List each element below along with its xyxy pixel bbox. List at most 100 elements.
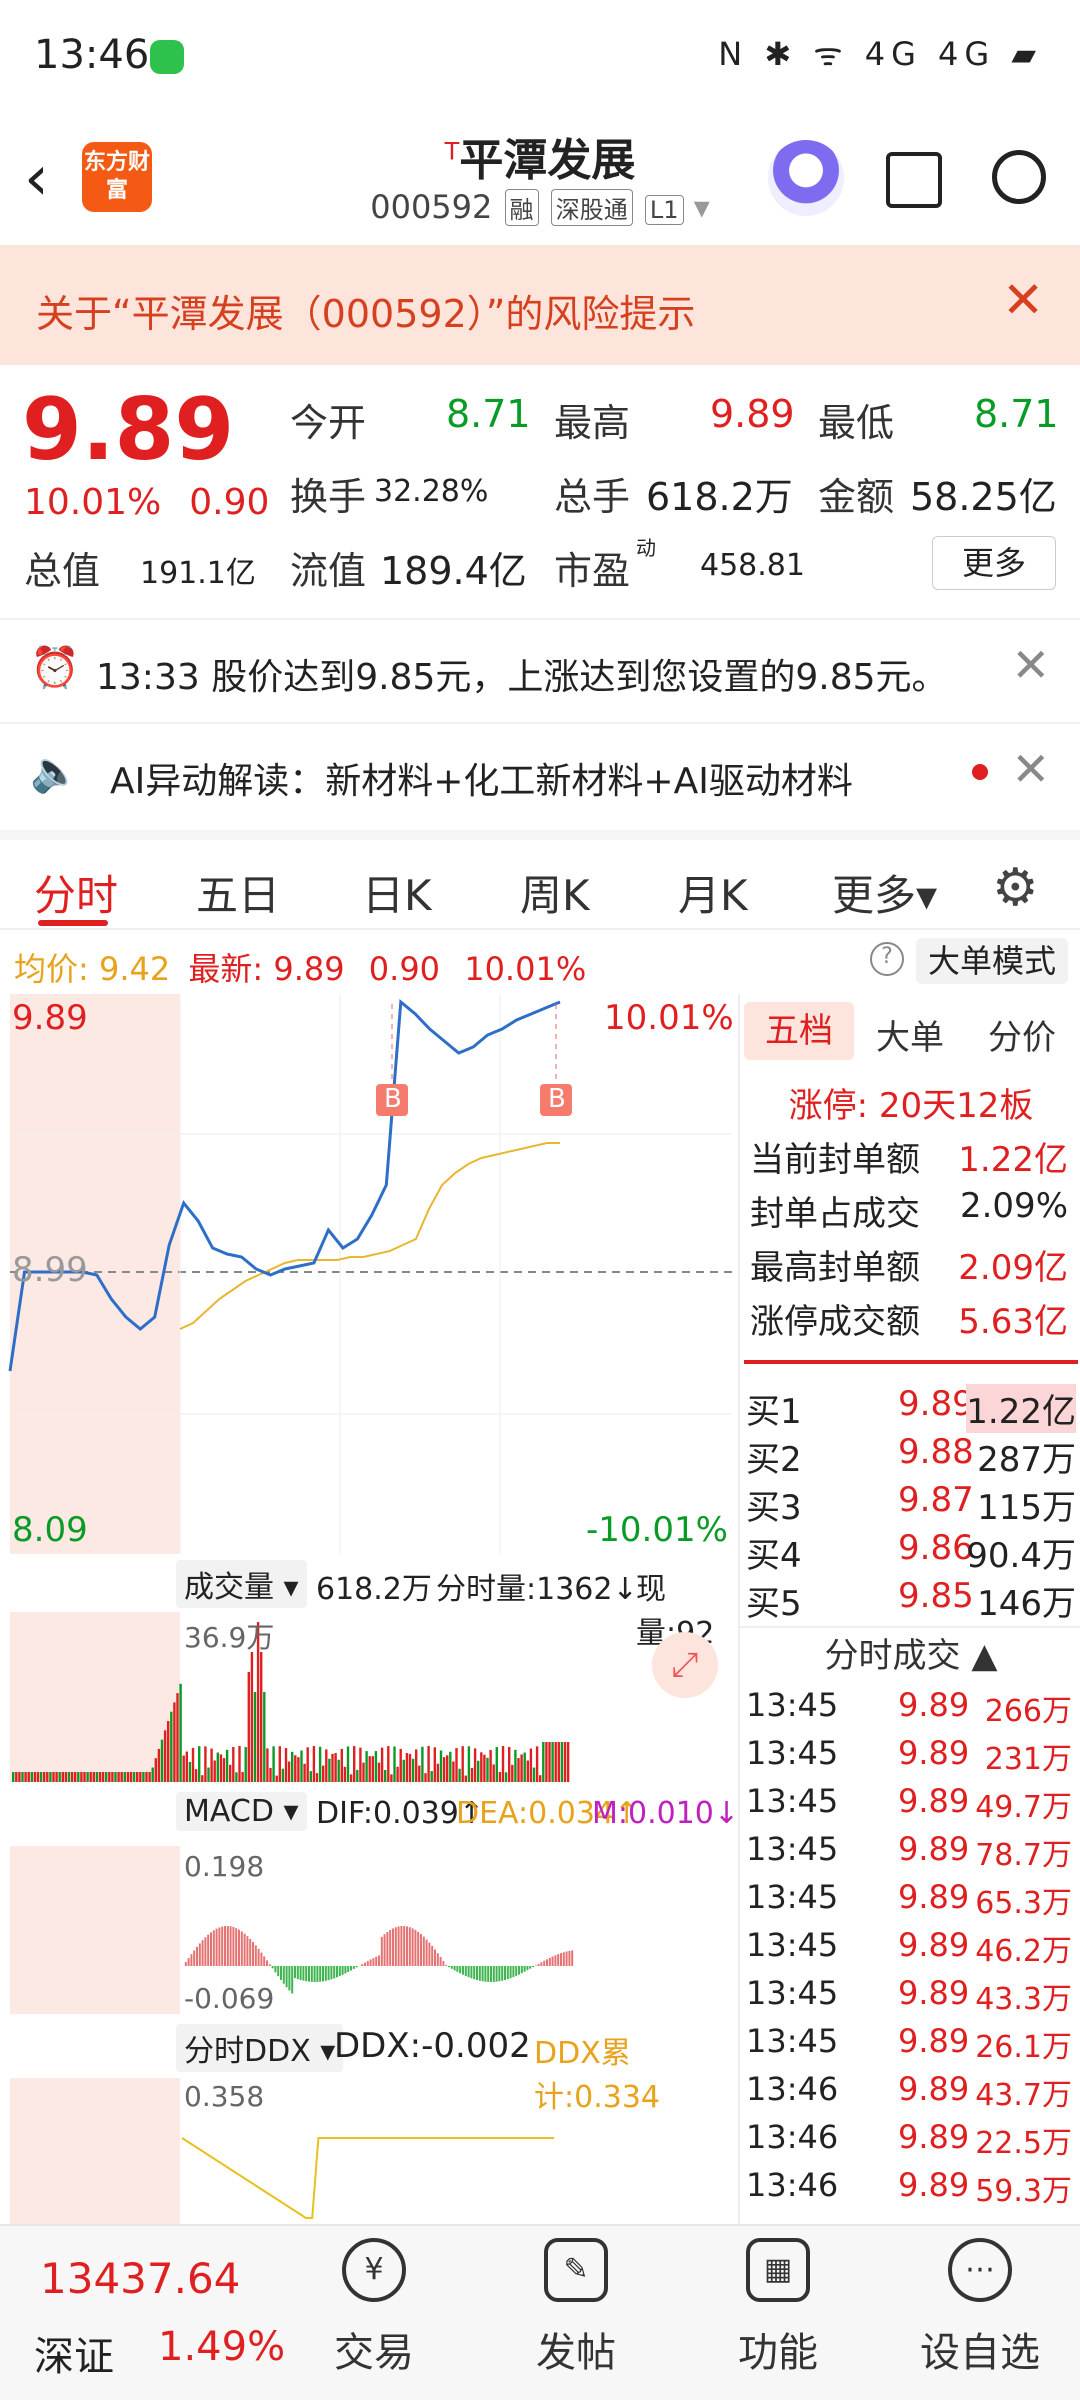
- tick-time: 13:46: [746, 2118, 839, 2156]
- volume-bar: [148, 1772, 151, 1782]
- volume-bar: [551, 1742, 554, 1782]
- macd-indicator-select[interactable]: MACD ▾: [176, 1792, 307, 1831]
- turnover-label: 换手: [290, 475, 367, 519]
- help-icon[interactable]: ?: [870, 942, 904, 976]
- macd-bar: [238, 1929, 240, 1966]
- limit-up-label: 涨停:: [788, 1086, 869, 1126]
- volume-bar: [80, 1772, 83, 1782]
- tag-level[interactable]: L1: [644, 195, 684, 225]
- index-pct[interactable]: 1.49%: [158, 2324, 285, 2370]
- big-order-mode-button[interactable]: 大单模式: [916, 938, 1068, 984]
- tab-intraday[interactable]: 分时: [34, 862, 118, 923]
- tick-qty: 26.1万: [975, 2030, 1072, 2065]
- macd-bar: [562, 1952, 565, 1966]
- volume-label: 总手: [554, 475, 631, 519]
- tab-day-k[interactable]: 日K: [362, 862, 432, 923]
- amount-label: 金额: [818, 475, 895, 519]
- macd-bar: [492, 1966, 495, 1982]
- close-icon[interactable]: ✕: [1002, 271, 1044, 329]
- ai-alert[interactable]: 🔈 AI异动解读：新材料+化工新材料+AI驱动材料 ✕: [0, 722, 1080, 822]
- volume-bar: [430, 1771, 433, 1782]
- tick-row: 13:45 9.89 266万: [740, 1686, 1080, 1734]
- macd-bar: [523, 1966, 526, 1972]
- macd-bar: [257, 1948, 260, 1966]
- volume-bar: [566, 1742, 570, 1782]
- index-name[interactable]: 深证: [34, 2324, 114, 2382]
- macd-bar: [260, 1952, 263, 1966]
- volume-bar: [36, 1772, 40, 1782]
- nav-watchlist[interactable]: ⋯ 设自选: [900, 2238, 1060, 2378]
- volume-bar: [300, 1750, 303, 1782]
- volume-bar: [260, 1652, 263, 1782]
- macd-bar: [450, 1966, 453, 1969]
- volume-bar: [467, 1746, 471, 1782]
- price-alert-text[interactable]: 13:33 股价达到9.85元，上涨达到您设置的9.85元。: [96, 648, 948, 700]
- volume-bar: [263, 1692, 266, 1782]
- tab-price-distribution[interactable]: 分价: [988, 1010, 1056, 1059]
- macd-bar: [319, 1966, 322, 1982]
- expand-icon[interactable]: ⤢: [652, 1632, 718, 1698]
- volume-bar: [529, 1748, 533, 1782]
- volume-bar: [508, 1746, 511, 1782]
- tab-big-orders[interactable]: 大单: [876, 1010, 944, 1059]
- macd-bar: [210, 1932, 212, 1966]
- volume-bar: [70, 1772, 74, 1782]
- ddx-value: DDX:-0.002: [334, 2026, 531, 2066]
- ddx-indicator-select[interactable]: 分时DDX ▾: [176, 2024, 344, 2072]
- close-icon[interactable]: ✕: [1011, 742, 1050, 796]
- macd-bar: [436, 1953, 439, 1966]
- volume-bar: [111, 1772, 114, 1782]
- close-icon[interactable]: ✕: [1011, 638, 1050, 692]
- nav-trade[interactable]: ¥ 交易: [294, 2238, 454, 2378]
- ticks-header[interactable]: 分时成交 ▲: [740, 1626, 1080, 1684]
- macd-bar: [282, 1966, 285, 1984]
- tab-5day[interactable]: 五日: [196, 862, 280, 923]
- nav-post[interactable]: ✎ 发帖: [496, 2238, 656, 2378]
- macd-bar: [322, 1966, 324, 1982]
- status-icons: N ✱ ᯤ 4G 4G ▰: [718, 35, 1042, 73]
- macd-bar: [336, 1966, 338, 1978]
- macd-bar: [221, 1926, 224, 1966]
- tab-more[interactable]: 更多▾: [832, 862, 937, 923]
- volume-bar: [390, 1774, 393, 1782]
- macd-bar: [417, 1931, 420, 1966]
- share-icon[interactable]: [886, 152, 942, 208]
- volume-bar: [449, 1751, 452, 1782]
- change-value: 0.90: [368, 950, 441, 988]
- volume-bar: [442, 1757, 446, 1782]
- chevron-down-icon[interactable]: ▾: [694, 188, 710, 226]
- risk-text[interactable]: 关于“平潭发展（000592）”的风险提示: [36, 283, 695, 338]
- risk-banner[interactable]: 关于“平潭发展（000592）”的风险提示 ✕: [0, 245, 1080, 365]
- nav-functions[interactable]: ▦ 功能: [698, 2238, 858, 2378]
- volume-bar: [511, 1764, 514, 1782]
- volume-bar: [399, 1748, 402, 1782]
- chart-tabs: 分时 五日 日K 周K 月K 更多▾ ⚙: [0, 830, 1080, 930]
- macd-bar: [473, 1966, 476, 1980]
- price-ref-label: 8.99: [12, 1250, 88, 1290]
- tab-five-levels[interactable]: 五档: [744, 1002, 854, 1060]
- macd-bar: [218, 1927, 221, 1966]
- macd-bar: [571, 1950, 574, 1966]
- ai-alert-text[interactable]: AI异动解读：新材料+化工新材料+AI驱动材料: [110, 752, 853, 804]
- tab-month-k[interactable]: 月K: [678, 862, 748, 923]
- tick-price: 9.89: [898, 2022, 970, 2060]
- unread-dot: [972, 764, 988, 780]
- tick-row: 13:45 9.89 46.2万: [740, 1926, 1080, 1974]
- macd-bar: [501, 1966, 504, 1981]
- tick-row: 13:45 9.89 26.1万: [740, 2022, 1080, 2070]
- price-alert[interactable]: ⏰ 13:33 股价达到9.85元，上涨达到您设置的9.85元。 ✕: [0, 618, 1080, 718]
- macd-m: M:0.010↓: [592, 1796, 740, 1831]
- tab-week-k[interactable]: 周K: [520, 862, 590, 923]
- macd-bar: [445, 1965, 448, 1966]
- ddx-chart: [181, 2137, 554, 2219]
- volume-indicator-select[interactable]: 成交量 ▾: [176, 1560, 307, 1608]
- gear-icon[interactable]: ⚙: [992, 858, 1039, 918]
- index-value[interactable]: 13437.64: [40, 2254, 240, 2303]
- chart-area[interactable]: B B 9.89 8.99 8.09 10.01% -10.01% 成交量 ▾ …: [0, 994, 740, 2224]
- stat-label: 最高封单额: [750, 1248, 920, 1288]
- ai-robot-icon[interactable]: [768, 140, 844, 216]
- pct-change: 10.01%: [24, 482, 162, 523]
- more-button[interactable]: 更多: [932, 536, 1056, 590]
- macd-bar: [532, 1966, 534, 1968]
- search-icon[interactable]: [992, 150, 1046, 204]
